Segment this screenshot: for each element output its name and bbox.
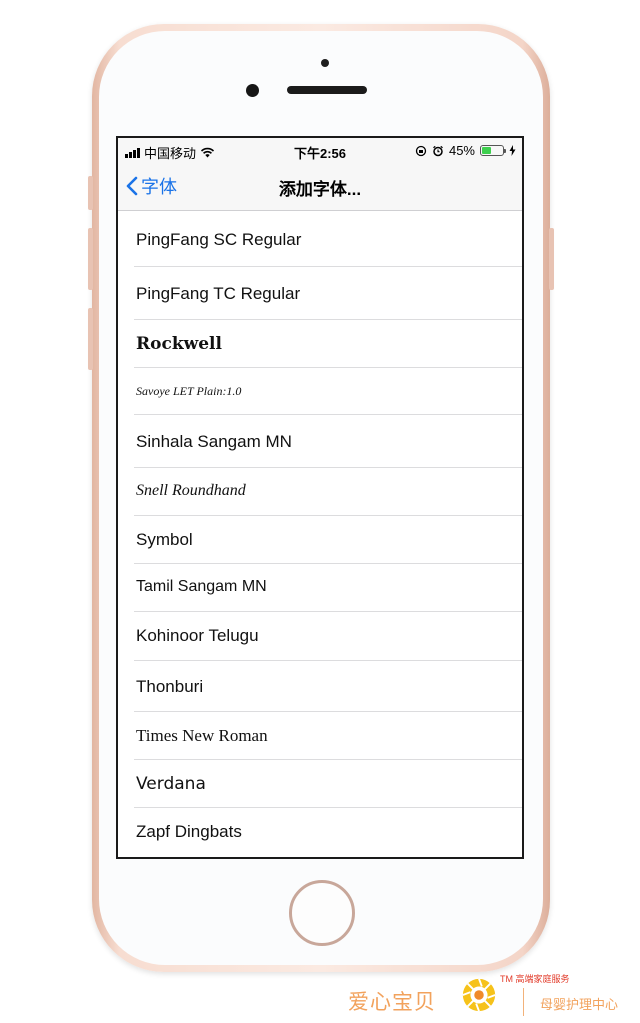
page-title: 添加字体... bbox=[278, 180, 362, 199]
mute-switch bbox=[88, 176, 93, 210]
font-row-pingfang-tc[interactable]: PingFang TC Regular bbox=[134, 266, 522, 319]
alarm-icon bbox=[433, 145, 443, 156]
watermark-tm: TM 高端家庭服务 bbox=[500, 974, 570, 984]
font-name: Times New Roman bbox=[136, 726, 268, 745]
font-name: Zapf Dingbats bbox=[136, 822, 242, 841]
font-row-pingfang-sc[interactable]: PingFang SC Regular bbox=[134, 210, 522, 266]
font-name: Snell Roundhand bbox=[136, 482, 246, 499]
battery-icon bbox=[480, 145, 506, 156]
status-right: 45% bbox=[415, 143, 516, 158]
font-row-times[interactable]: Times New Roman bbox=[134, 711, 522, 759]
font-name: PingFang TC Regular bbox=[136, 284, 301, 303]
font-row-thonburi[interactable]: Thonburi bbox=[134, 660, 522, 711]
font-row-verdana[interactable]: Verdana bbox=[134, 759, 522, 807]
orientation-lock-icon bbox=[415, 145, 427, 156]
font-row-symbol[interactable]: Symbol bbox=[134, 515, 522, 563]
font-row-savoye[interactable]: Savoye LET Plain:1.0 bbox=[134, 367, 522, 414]
volume-up-button bbox=[88, 228, 93, 290]
charging-icon bbox=[509, 145, 516, 156]
volume-down-button bbox=[88, 308, 93, 370]
navigation-bar: 字体 添加字体... bbox=[118, 164, 522, 211]
font-name: Rockwell bbox=[136, 334, 222, 354]
watermark-divider bbox=[523, 988, 524, 1016]
front-camera bbox=[246, 84, 259, 97]
font-name: PingFang SC Regular bbox=[136, 230, 302, 249]
battery-percent: 45% bbox=[448, 143, 475, 158]
power-button bbox=[549, 228, 554, 290]
font-row-tamil[interactable]: Tamil Sangam MN bbox=[134, 563, 522, 611]
brand-logo-icon bbox=[462, 978, 496, 1012]
earpiece-speaker bbox=[287, 86, 367, 94]
proximity-sensor bbox=[321, 59, 329, 67]
font-row-snell[interactable]: Snell Roundhand bbox=[134, 467, 522, 515]
brand-watermark: 爱心宝贝 TM 高端家庭服务 母婴护理中心 bbox=[348, 972, 638, 1020]
font-row-rockwell[interactable]: Rockwell bbox=[134, 319, 522, 367]
watermark-service: 母婴护理中心 bbox=[540, 997, 619, 1012]
font-name: Savoye LET Plain:1.0 bbox=[136, 384, 242, 398]
font-name: Tamil Sangam MN bbox=[136, 578, 267, 595]
font-name: Symbol bbox=[136, 530, 193, 549]
phone-screen: 中国移动 下午2:56 45% 字体 添加字体... PingFang SC R… bbox=[116, 136, 524, 859]
home-button[interactable] bbox=[289, 880, 355, 946]
font-row-sinhala[interactable]: Sinhala Sangam MN bbox=[134, 414, 522, 467]
battery-level bbox=[482, 147, 491, 154]
status-bar: 中国移动 下午2:56 45% bbox=[118, 138, 522, 164]
watermark-brand: 爱心宝贝 bbox=[348, 991, 436, 1014]
font-row-kohinoor-telugu[interactable]: Kohinoor Telugu bbox=[134, 611, 522, 660]
font-name: Verdana bbox=[136, 774, 206, 794]
font-list: PingFang SC Regular PingFang TC Regular … bbox=[134, 210, 522, 855]
font-name: Sinhala Sangam MN bbox=[136, 432, 292, 451]
font-name: Thonburi bbox=[136, 677, 204, 696]
font-row-zapf-dingbats[interactable]: Zapf Dingbats bbox=[134, 807, 522, 855]
font-name: Kohinoor Telugu bbox=[136, 626, 259, 645]
